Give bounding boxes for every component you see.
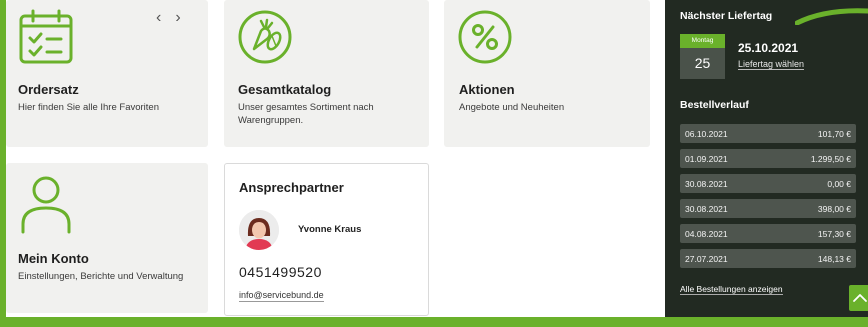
order-date: 30.08.2021 — [685, 178, 728, 189]
order-row[interactable]: 06.10.2021 101,70 € — [680, 124, 856, 143]
tile-title: Aktionen — [459, 82, 515, 97]
contact-phone[interactable]: 0451499520 — [239, 264, 322, 280]
delivery-weekday: Montag — [680, 34, 725, 48]
order-row[interactable]: 30.08.2021 398,00 € — [680, 199, 856, 218]
choose-delivery-day-link[interactable]: Liefertag wählen — [738, 59, 805, 70]
contact-photo — [239, 210, 279, 250]
carousel-arrows: ‹› — [156, 9, 195, 27]
order-row[interactable]: 30.08.2021 0,00 € — [680, 174, 856, 193]
decorative-swoosh — [795, 8, 868, 25]
checklist-icon — [19, 9, 73, 64]
order-amount: 398,00 € — [817, 203, 851, 214]
order-date: 01.09.2021 — [685, 153, 728, 164]
contact-name: Yvonne Kraus — [298, 224, 362, 235]
tile-title: Ordersatz — [18, 82, 79, 97]
tile-mein-konto[interactable]: Mein Konto Einstellungen, Berichte und V… — [6, 163, 208, 313]
tile-aktionen[interactable]: Aktionen Angebote und Neuheiten — [444, 0, 650, 147]
vegetables-icon — [238, 10, 292, 64]
order-row[interactable]: 04.08.2021 157,30 € — [680, 224, 856, 243]
tile-subtitle: Angebote und Neuheiten — [459, 102, 565, 113]
order-date: 30.08.2021 — [685, 203, 728, 214]
order-amount: 1.299,50 € — [810, 153, 851, 164]
contact-title: Ansprechpartner — [239, 180, 344, 195]
contact-email-link[interactable]: info@servicebund.de — [239, 290, 324, 302]
tile-title: Gesamtkatalog — [238, 82, 332, 97]
avatar — [239, 210, 279, 250]
order-date: 04.08.2021 — [685, 228, 728, 239]
order-amount: 101,70 € — [817, 128, 851, 139]
delivery-date: 25.10.2021 — [738, 41, 799, 55]
order-row[interactable]: 27.07.2021 148,13 € — [680, 249, 856, 268]
tile-subtitle: Unser gesamtes Sortiment nach Warengrupp… — [238, 102, 374, 126]
order-amount: 0,00 € — [827, 178, 851, 189]
tile-subtitle: Einstellungen, Berichte und Verwaltung — [18, 271, 184, 282]
order-history-list: 06.10.2021 101,70 € 01.09.2021 1.299,50 € … — [680, 124, 856, 274]
chevron-right-icon[interactable]: › — [175, 9, 194, 26]
contact-card: Ansprechpartner Yvonne Kraus 0451499520 … — [224, 163, 429, 316]
user-icon — [21, 176, 71, 234]
tile-subtitle: Hier finden Sie alle Ihre Favoriten — [18, 102, 159, 113]
order-amount: 157,30 € — [817, 228, 851, 239]
history-heading: Bestellverlauf — [680, 99, 749, 111]
all-orders-link[interactable]: Alle Bestellungen anzeigen — [680, 284, 783, 295]
order-date: 06.10.2021 — [685, 128, 728, 139]
chevron-left-icon[interactable]: ‹ — [156, 9, 175, 26]
percent-icon — [458, 10, 512, 64]
brand-frame-bottom — [0, 317, 868, 327]
tile-ordersatz[interactable]: ‹› Ordersatz Hier finden Sie alle Ihre F… — [6, 0, 208, 147]
order-date: 27.07.2021 — [685, 253, 728, 264]
order-row[interactable]: 01.09.2021 1.299,50 € — [680, 149, 856, 168]
delivery-day-number: 25 — [680, 48, 725, 79]
delivery-day-badge: Montag 25 — [680, 34, 725, 79]
delivery-heading: Nächster Liefertag — [680, 10, 773, 22]
delivery-panel: Nächster Liefertag Montag 25 25.10.2021 … — [665, 0, 868, 317]
scroll-to-top-button[interactable] — [849, 285, 868, 311]
chevron-up-icon — [853, 294, 867, 302]
order-amount: 148,13 € — [817, 253, 851, 264]
tile-title: Mein Konto — [18, 251, 89, 266]
tile-gesamtkatalog[interactable]: Gesamtkatalog Unser gesamtes Sortiment n… — [224, 0, 429, 147]
